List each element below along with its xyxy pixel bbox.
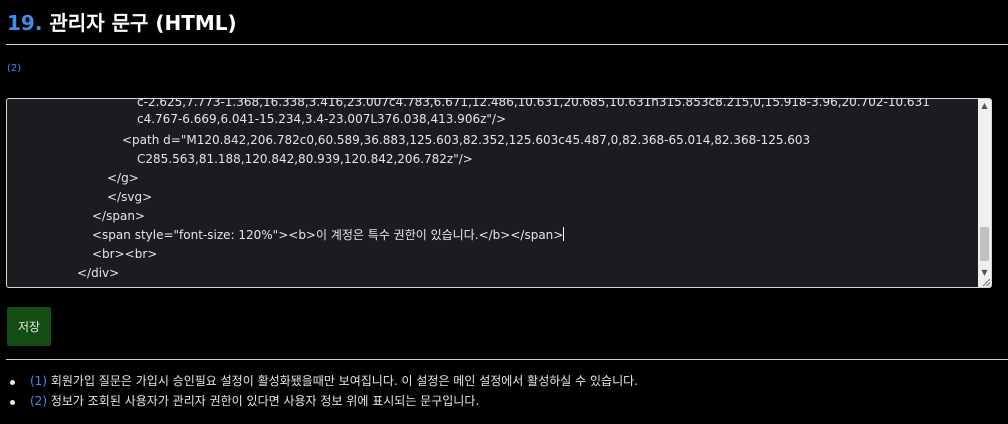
code-line: <br><br> [92, 247, 158, 261]
arrow-down-icon[interactable]: ▼ [978, 266, 991, 279]
code-line: </div> [77, 266, 120, 280]
code-line: C285.563,81.188,120.842,80.939,120.842,2… [137, 152, 473, 166]
text-cursor [563, 227, 565, 241]
note-number[interactable]: (2) [30, 394, 47, 408]
list-item: (2) 정보가 조회된 사용자가 관리자 권한이 있다면 사용자 정보 위에 표… [10, 393, 638, 413]
divider [6, 44, 1008, 45]
save-button[interactable]: 저장 [7, 307, 51, 346]
note-text: 정보가 조회된 사용자가 관리자 권한이 있다면 사용자 정보 위에 표시되는 … [50, 394, 480, 408]
html-code-editor[interactable]: c-2.625,7.773-1.368,16.338,3.416,23.007c… [6, 98, 992, 288]
arrow-up-icon[interactable]: ▲ [978, 99, 991, 112]
list-item: (1) 회원가입 질문은 가입시 승인필요 설정이 활성화됐을때만 보여집니다.… [10, 373, 638, 393]
footnote-reference[interactable]: (2) [7, 63, 21, 74]
resize-grip-icon[interactable] [983, 279, 990, 286]
code-line: c-2.625,7.773-1.368,16.338,3.416,23.007c… [137, 98, 930, 109]
note-number[interactable]: (1) [30, 374, 47, 388]
note-text: 회원가입 질문은 가입시 승인필요 설정이 활성화됐을때만 보여집니다. 이 설… [50, 374, 638, 388]
section-title: 관리자 문구 (HTML) [49, 11, 237, 35]
code-line: </g> [107, 171, 139, 185]
section-heading: 19. 관리자 문구 (HTML) [7, 7, 237, 36]
code-line-text: <span style="font-size: 120%"><b>이 계정은 특… [92, 228, 564, 242]
code-area[interactable]: c-2.625,7.773-1.368,16.338,3.416,23.007c… [7, 99, 977, 287]
code-line: c4.767-6.669,6.041-15.234,3.4-23.007L376… [137, 112, 506, 126]
code-line: <path d="M120.842,206.782c0,60.589,36.88… [122, 133, 811, 147]
code-line: </span> [92, 209, 145, 223]
scrollbar-thumb[interactable] [980, 227, 989, 261]
divider [6, 359, 1008, 360]
code-line: <span style="font-size: 120%"><b>이 계정은 특… [92, 227, 565, 243]
section-number: 19. [7, 11, 43, 35]
vertical-scrollbar[interactable]: ▲ ▼ [978, 99, 991, 287]
code-line: </svg> [107, 190, 153, 204]
notes-list: (1) 회원가입 질문은 가입시 승인필요 설정이 활성화됐을때만 보여집니다.… [10, 373, 638, 413]
